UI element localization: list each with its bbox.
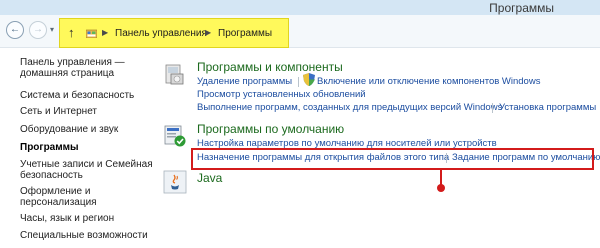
- sidebar-item-appearance[interactable]: персонализация: [20, 197, 97, 209]
- up-arrow-icon[interactable]: ↑: [68, 25, 75, 40]
- annotation-pointer-dot: [437, 184, 445, 192]
- breadcrumb-separator[interactable]: ▶: [102, 28, 108, 37]
- arrow-left-icon: ←: [10, 24, 20, 35]
- recent-locations-dropdown[interactable]: ▾: [50, 25, 54, 34]
- default-programs-title[interactable]: Программы по умолчанию: [197, 122, 344, 136]
- title-bar: Программы: [0, 0, 600, 15]
- install-program-link[interactable]: Установка программы: [499, 102, 596, 113]
- windows-features-link[interactable]: Включение или отключение компонентов Win…: [317, 76, 540, 87]
- arrow-right-icon: →: [33, 24, 43, 35]
- sidebar-item-clock-region[interactable]: Часы, язык и регион: [20, 213, 114, 225]
- default-programs-icon[interactable]: [163, 124, 187, 148]
- address-bar[interactable]: ↑ ▶ Панель управления ▶ Программы: [59, 18, 289, 48]
- uninstall-program-link[interactable]: Удаление программы: [197, 76, 292, 87]
- run-older-programs-link[interactable]: Выполнение программ, созданных для преды…: [197, 102, 502, 113]
- view-installed-updates-link[interactable]: Просмотр установленных обновлений: [197, 89, 366, 100]
- java-icon[interactable]: [163, 170, 187, 194]
- sidebar-item-system-security[interactable]: Система и безопасность: [20, 90, 134, 102]
- window-title: Программы: [489, 1, 554, 15]
- uac-shield-icon: [303, 73, 315, 86]
- breadcrumb-separator[interactable]: ▶: [205, 28, 211, 37]
- link-separator: [492, 103, 493, 113]
- java-title[interactable]: Java: [197, 171, 222, 185]
- highlight-annotation-box: [191, 148, 594, 170]
- navigation-bar: ← → ▾ ↑ ▶ Панель управления ▶ Программы: [0, 15, 600, 48]
- sidebar-item-hardware-sound[interactable]: Оборудование и звук: [20, 124, 118, 136]
- control-panel-icon: [86, 29, 97, 38]
- forward-button[interactable]: →: [29, 21, 47, 39]
- link-separator: [298, 77, 299, 87]
- sidebar-item-control-panel-home[interactable]: домашняя страница: [20, 68, 114, 80]
- programs-features-icon[interactable]: [163, 62, 187, 86]
- sidebar-item-network-internet[interactable]: Сеть и Интернет: [20, 106, 97, 118]
- sidebar-item-programs[interactable]: Программы: [20, 142, 79, 154]
- breadcrumb-control-panel[interactable]: Панель управления: [115, 28, 207, 39]
- programs-features-title[interactable]: Программы и компоненты: [197, 60, 343, 74]
- back-button[interactable]: ←: [6, 21, 24, 39]
- sidebar-item-accessibility[interactable]: Специальные возможности: [20, 230, 148, 242]
- sidebar-item-user-accounts[interactable]: безопасность: [20, 170, 83, 182]
- breadcrumb-programs[interactable]: Программы: [218, 28, 272, 39]
